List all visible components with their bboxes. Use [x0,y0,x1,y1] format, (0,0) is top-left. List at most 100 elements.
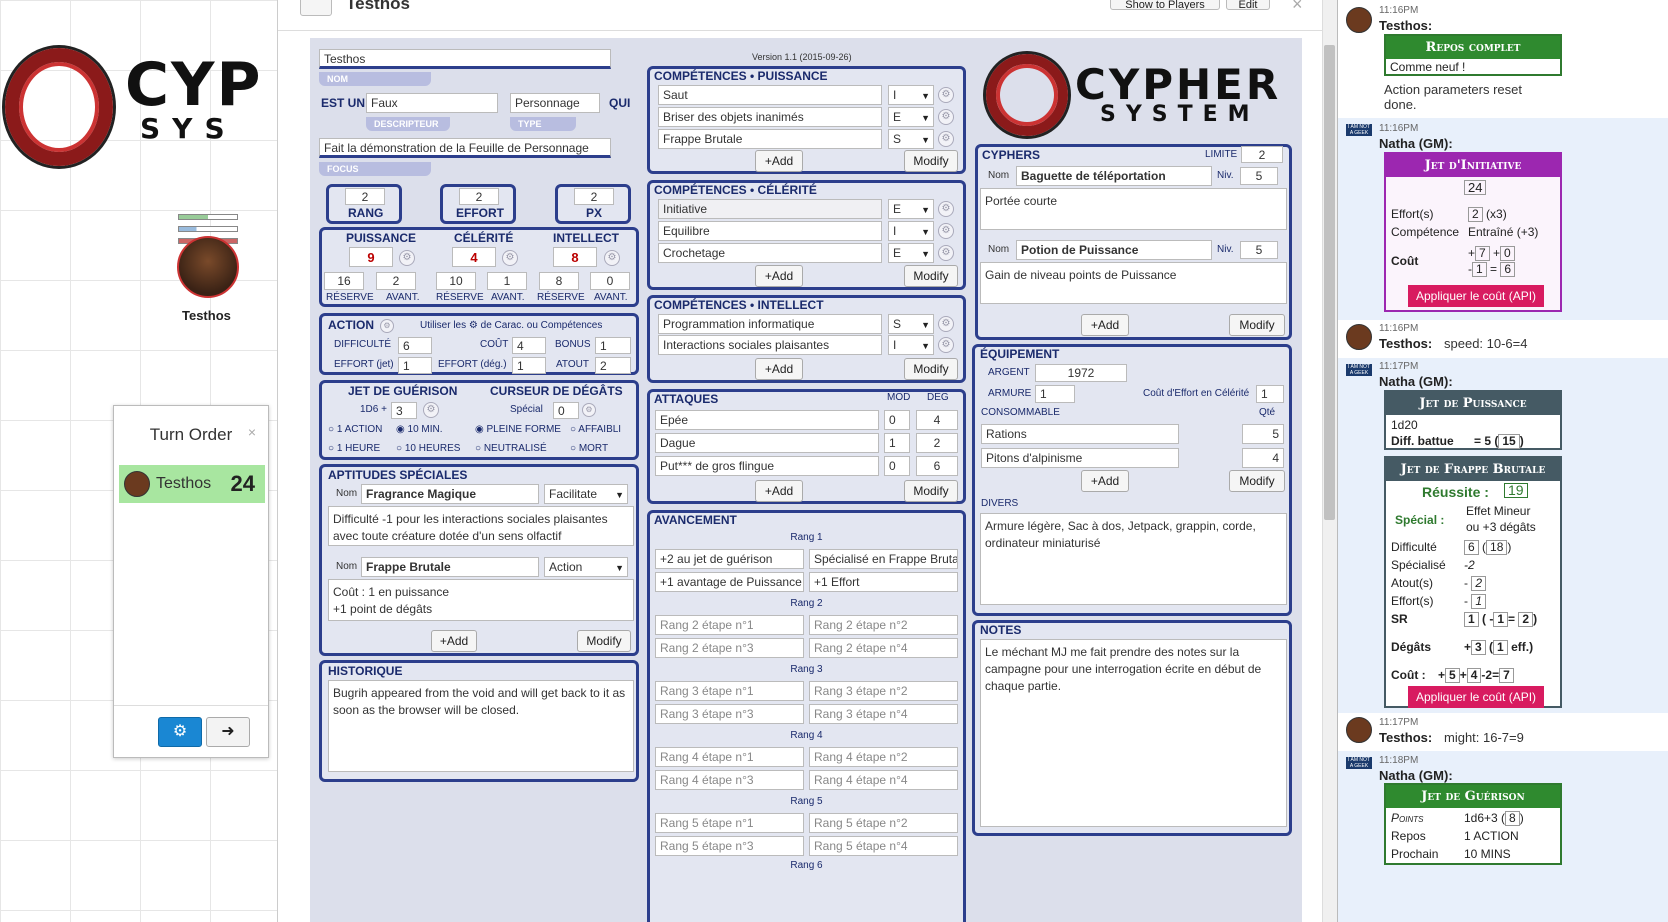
adv-r1-d[interactable]: +1 Effort [809,572,958,592]
damage-opt-1[interactable]: ◉ PLEINE FORME [475,424,561,435]
armure-input[interactable]: 1 [1035,385,1075,403]
attack-1-deg[interactable]: 4 [916,410,958,430]
celerite-pool-input[interactable]: 4 [452,247,496,267]
skill-c1-level[interactable]: E [888,199,934,219]
attack-3-name[interactable]: Put*** de gros flingue [655,456,879,476]
damage-opt-2[interactable]: ○ AFFAIBLI [570,424,621,435]
item-1-name[interactable]: Rations [981,424,1179,444]
popout-icon[interactable] [300,0,332,16]
edit-button[interactable]: Edit [1226,0,1270,10]
skill-p1-level[interactable]: I [888,85,934,105]
skill-i1-gear-icon[interactable]: ⚙ [938,316,954,332]
cypher-1-desc[interactable]: Portée courte [980,188,1287,230]
skills-c-add-button[interactable]: +Add [755,265,803,287]
adv-r4-b[interactable]: Rang 4 étape n°2 [809,747,958,767]
damage-opt-4[interactable]: ○ MORT [570,443,608,454]
atout-input[interactable]: 2 [595,357,631,374]
skills-c-modify-button[interactable]: Modify [904,265,958,287]
adv-r2-d[interactable]: Rang 2 étape n°4 [809,638,958,658]
adv-r2-c[interactable]: Rang 2 étape n°3 [655,638,804,658]
adv-r3-d[interactable]: Rang 3 étape n°4 [809,704,958,724]
adv-r4-d[interactable]: Rang 4 étape n°4 [809,770,958,790]
cypher-2-name[interactable]: Potion de Puissance [1016,240,1212,260]
skill-c3-gear-icon[interactable]: ⚙ [938,245,954,261]
intellect-max-input[interactable]: 8 [539,272,579,290]
effort-input[interactable]: 2 [459,188,499,205]
skill-c1-input[interactable]: Initiative [658,199,882,219]
skill-c1-gear-icon[interactable]: ⚙ [938,201,954,217]
skill-p2-level[interactable]: E [888,107,934,127]
skills-i-modify-button[interactable]: Modify [904,358,958,380]
px-input[interactable]: 2 [574,188,614,205]
attack-3-deg[interactable]: 6 [916,456,958,476]
show-to-players-button[interactable]: Show to Players [1110,0,1220,10]
adv-r2-a[interactable]: Rang 2 étape n°1 [655,615,804,635]
gear-icon[interactable]: ⚙ [158,717,202,747]
ability-1-name-input[interactable]: Fragrance Magique [361,484,539,504]
skills-i-add-button[interactable]: +Add [755,358,803,380]
adv-r5-a[interactable]: Rang 5 étape n°1 [655,813,804,833]
skill-c3-level[interactable]: E [888,243,934,263]
recovery-opt-3[interactable]: ○ 1 HEURE [328,443,380,454]
skill-p2-input[interactable]: Briser des objets inanimés [658,107,882,127]
puissance-max-input[interactable]: 16 [324,272,364,290]
skill-c2-input[interactable]: Equilibre [658,221,882,241]
difficulte-input[interactable]: 6 [398,337,432,354]
effort-cost-input[interactable]: 1 [1256,385,1284,403]
ability-2-desc[interactable]: Coût : 1 en puissance +1 point de dégâts [328,579,634,621]
ability-2-type-select[interactable]: Action [544,557,628,577]
recovery-opt-2[interactable]: ◉ 10 MIN. [396,424,443,435]
damage-special-input[interactable]: 0 [553,402,579,419]
attack-3-mod[interactable]: 0 [884,456,910,476]
skill-i2-level[interactable]: I [888,335,934,355]
skill-c2-level[interactable]: I [888,221,934,241]
attack-1-mod[interactable]: 0 [884,410,910,430]
intellect-pool-input[interactable]: 8 [553,247,597,267]
recovery-opt-4[interactable]: ○ 10 HEURES [396,443,460,454]
adv-r2-b[interactable]: Rang 2 étape n°2 [809,615,958,635]
adv-r4-a[interactable]: Rang 4 étape n°1 [655,747,804,767]
apply-cost-button[interactable]: Appliquer le coût (API) [1408,686,1544,708]
skills-p-modify-button[interactable]: Modify [904,150,958,172]
cyphers-limit-input[interactable]: 2 [1241,146,1283,163]
notes-textarea[interactable]: Le méchant MJ me fait prendre des notes … [980,639,1287,827]
intellect-roll-gear-icon[interactable]: ⚙ [604,250,620,266]
action-gear-icon[interactable]: ⚙ [380,319,394,333]
item-2-qty[interactable]: 4 [1242,448,1284,468]
ability-1-type-select[interactable]: Facilitate [544,484,628,504]
skill-i1-input[interactable]: Programmation informatique [658,314,882,334]
cypher-1-name[interactable]: Baguette de téléportation [1016,166,1212,186]
turn-entry-value[interactable]: 24 [231,471,255,497]
skill-p3-gear-icon[interactable]: ⚙ [938,131,954,147]
history-textarea[interactable]: Bugrih appeared from the void and will g… [328,680,634,772]
cypher-2-desc[interactable]: Gain de niveau points de Puissance [980,262,1287,304]
skill-c3-input[interactable]: Crochetage [658,243,882,263]
effort-jet-input[interactable]: 1 [398,357,432,374]
damage-opt-3[interactable]: ○ NEUTRALISÉ [475,443,547,454]
focus-input[interactable]: Fait la démonstration de la Feuille de P… [319,138,611,158]
turn-order-entry[interactable]: Testhos 24 [119,465,265,503]
recovery-opt-1[interactable]: ○ 1 ACTION [328,424,382,435]
cout-input[interactable]: 4 [512,337,546,354]
argent-input[interactable]: 1972 [1035,364,1127,382]
skill-p1-input[interactable]: Saut [658,85,882,105]
skill-i2-gear-icon[interactable]: ⚙ [938,337,954,353]
intellect-edge-input[interactable]: 0 [590,272,630,290]
attacks-add-button[interactable]: +Add [755,480,803,502]
descriptor-input[interactable]: Faux [366,93,498,113]
effort-deg-input[interactable]: 1 [512,357,546,374]
turn-order-window[interactable]: Turn Order × Testhos 24 ⚙ ➜ [113,405,269,758]
item-1-qty[interactable]: 5 [1242,424,1284,444]
attacks-modify-button[interactable]: Modify [904,480,958,502]
attack-1-name[interactable]: Epée [655,410,879,430]
skill-i2-input[interactable]: Interactions sociales plaisantes [658,335,882,355]
adv-r4-c[interactable]: Rang 4 étape n°3 [655,770,804,790]
type-input[interactable]: Personnage [510,93,600,113]
puissance-edge-input[interactable]: 2 [376,272,416,290]
scrollbar-thumb[interactable] [1324,45,1335,520]
cypher-1-level[interactable]: 5 [1240,167,1278,185]
skill-p1-gear-icon[interactable]: ⚙ [938,87,954,103]
adv-r5-c[interactable]: Rang 5 étape n°3 [655,836,804,856]
divers-textarea[interactable]: Armure légère, Sac à dos, Jetpack, grapp… [980,513,1287,605]
adv-r1-b[interactable]: Spécialisé en Frappe Brutale [809,549,958,569]
